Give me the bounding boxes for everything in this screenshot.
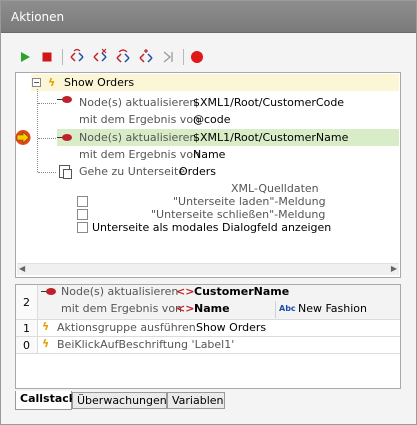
lightning-icon: ϟ [48,76,56,89]
modal-dialog-label: Unterseite als modales Dialogfeld anzeig… [92,221,332,234]
result-value: Name [193,148,226,161]
step-next-button[interactable] [136,47,156,67]
row-index: 1 [16,320,38,336]
lightning-icon: ϟ [42,337,50,350]
string-type-icon: Abc [279,304,296,313]
update-node-icon [62,134,72,141]
tree-row-result-2[interactable]: mit dem Ergebnis von Name [57,146,397,163]
tree-root-row[interactable]: − ϟ Show Orders [31,74,399,91]
tree-line [38,172,56,173]
update-xpath: $XML1/Root/CustomerName [193,131,349,144]
tab-callstack[interactable]: Callstack [15,391,76,410]
callstack-result-value: Name [194,302,230,315]
update-label: Node(s) aktualisieren [79,131,197,144]
toolbar-separator [183,49,184,65]
window-title: Aktionen [1,1,416,33]
lightning-icon: ϟ [42,320,50,333]
goto-label: Gehe zu Unterseite [79,165,186,178]
update-node-icon [46,288,56,295]
scroll-left-icon[interactable]: ◀ [19,264,25,273]
tree-row-update-1[interactable]: Node(s) aktualisieren $XML1/Root/Custome… [57,94,397,111]
result-label: mit dem Ergebnis von [79,113,201,126]
result-value: @code [193,113,231,126]
step-into-icon [70,48,84,62]
stop-icon [42,52,52,62]
callstack-row[interactable]: 2 Node(s) aktualisieren <> CustomerName … [16,285,400,320]
row-index: 2 [16,285,38,319]
run-button[interactable] [15,47,35,67]
breakpoint-icon [191,51,203,63]
tree-line [38,138,56,139]
tree-line [37,89,38,172]
callstack-panel: 2 Node(s) aktualisieren <> CustomerName … [15,284,401,389]
step-out-button[interactable] [113,47,133,67]
xpath-icon: <> [176,302,195,315]
tree-row-result-1[interactable]: mit dem Ergebnis von @code [57,111,397,128]
tab-variables[interactable]: Variablen [167,392,225,409]
goto-value: Orders [179,165,216,178]
callstack-row[interactable]: 1 ϟ Aktionsgruppe ausführen Show Orders [16,320,400,337]
debug-toolbar [15,45,405,67]
horizontal-scrollbar[interactable]: ◀ ▶ [17,263,399,275]
continue-icon [163,51,173,63]
actions-window: Aktionen − ϟ Show Orders Node(s) aktuali… [0,0,417,425]
result-label: mit dem Ergebnis von [79,148,201,161]
tree-line [38,103,56,104]
step-into-button[interactable] [67,47,87,67]
step-over-icon [93,48,107,62]
callstack-row[interactable]: 0 ϟ BeiKlickAufBeschriftung 'Label1' [16,337,400,354]
toolbar-separator [62,49,63,65]
close-message-checkbox[interactable] [77,209,88,220]
update-node-icon [62,96,72,103]
callstack-value: Show Orders [196,321,267,334]
callstack-extra-value: New Fashion [298,302,368,315]
continue-button[interactable] [159,47,179,67]
action-group-name: Show Orders [64,76,135,89]
modal-dialog-checkbox[interactable] [77,222,88,233]
row-index: 0 [16,337,38,353]
xpath-icon: <> [176,285,195,298]
callstack-update-label: Node(s) aktualisieren [61,285,179,298]
scroll-right-icon[interactable]: ▶ [391,264,397,273]
callstack-result-label: mit dem Ergebnis von [61,302,183,315]
breakpoint-button[interactable] [187,47,207,67]
subpage-icon [63,169,72,179]
callstack-label: Aktionsgruppe ausführen [57,321,196,334]
callstack-update-value: CustomerName [194,285,290,298]
update-label: Node(s) aktualisieren [79,96,197,109]
step-out-icon [116,49,130,63]
current-step-arrow-icon [14,129,36,146]
tree-row-update-2[interactable]: Node(s) aktualisieren $XML1/Root/Custome… [57,129,399,146]
collapse-toggle[interactable]: − [32,78,41,87]
update-xpath: $XML1/Root/CustomerCode [193,96,345,109]
load-message-checkbox[interactable] [77,196,88,207]
tab-watches[interactable]: Überwachungen [72,392,167,409]
tree-row-goto-subpage[interactable]: Gehe zu Unterseite Orders [57,163,397,180]
column-divider [275,301,276,318]
stop-button[interactable] [37,47,57,67]
step-over-button[interactable] [90,47,110,67]
callstack-label: BeiKlickAufBeschriftung 'Label1' [57,338,235,351]
run-icon [21,52,30,62]
step-next-icon [139,49,153,63]
